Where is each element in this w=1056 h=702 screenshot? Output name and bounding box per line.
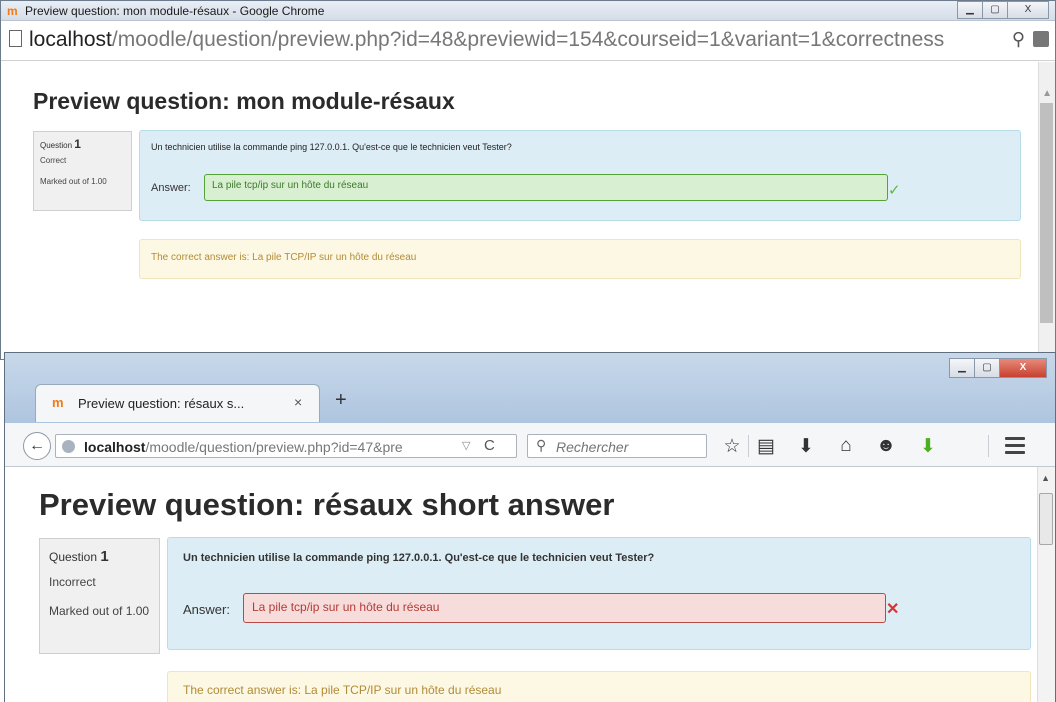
search-input[interactable]	[556, 438, 701, 456]
address-bar[interactable]: localhost/moodle/question/preview.php?id…	[1, 21, 1055, 61]
history-dropdown-icon[interactable]: ▽	[462, 439, 470, 452]
navigation-toolbar: ← localhost/moodle/question/preview.php?…	[5, 423, 1055, 467]
question-number: Question 1	[40, 137, 81, 151]
maximize-button[interactable]: ▢	[982, 1, 1008, 19]
question-formulation: Un technicien utilise la commande ping 1…	[167, 537, 1031, 650]
correct-answer-feedback: The correct answer is: La pile TCP/IP su…	[139, 239, 1021, 279]
menu-icon[interactable]	[1005, 437, 1025, 458]
page-title: Preview question: mon module-résaux	[33, 88, 455, 114]
question-formulation: Un technicien utilise la commande ping 1…	[139, 130, 1021, 221]
url-text[interactable]: localhost/moodle/question/preview.php?id…	[84, 439, 454, 455]
chrome-window: m Preview question: mon module-résaux - …	[0, 0, 1056, 360]
window-controls: ▁ ▢ X	[957, 1, 1049, 19]
question-state: Incorrect	[49, 575, 96, 589]
window-controls: ▁ ▢ X	[949, 358, 1047, 378]
url-path: /moodle/question/preview.php?id=47&pre	[145, 439, 403, 455]
extension-icon[interactable]	[1033, 31, 1049, 47]
url-text[interactable]: localhost/moodle/question/preview.php?id…	[29, 28, 984, 52]
download-icon[interactable]: ⬇	[795, 435, 817, 458]
question-grade: Marked out of 1.00	[49, 604, 150, 618]
incorrect-cross-icon: ✕	[886, 601, 900, 618]
moodle-icon: m	[52, 395, 64, 410]
reload-icon[interactable]: C	[484, 437, 495, 454]
reading-list-icon[interactable]: ▤	[755, 435, 777, 458]
question-text: Un technicien utilise la commande ping 1…	[151, 142, 512, 152]
toolbar-separator	[748, 435, 749, 457]
tab-title: Preview question: résaux s...	[78, 396, 245, 411]
minimize-button[interactable]: ▁	[949, 358, 975, 378]
question-state: Correct	[40, 156, 67, 165]
correct-check-icon: ✓	[888, 182, 901, 199]
zoom-icon[interactable]: ⚲	[1012, 29, 1025, 50]
answer-field[interactable]: La pile tcp/ip sur un hôte du réseau	[243, 593, 886, 623]
home-icon[interactable]: ⌂	[835, 435, 857, 457]
window-title: Preview question: mon module-résaux - Go…	[25, 4, 325, 18]
question-grade: Marked out of 1.00	[40, 177, 107, 186]
toolbar-separator	[988, 435, 989, 457]
scrollbar-thumb[interactable]	[1040, 103, 1053, 323]
scrollbar-thumb[interactable]	[1039, 493, 1053, 545]
chrome-titlebar: m Preview question: mon module-résaux - …	[1, 1, 1055, 21]
close-button[interactable]: X	[1007, 1, 1049, 19]
site-identity-icon[interactable]	[62, 440, 75, 453]
question-number: Question 1	[49, 548, 109, 565]
back-button[interactable]: ←	[23, 432, 51, 460]
maximize-button[interactable]: ▢	[974, 358, 1000, 378]
star-icon[interactable]: ☆	[721, 435, 743, 458]
firefox-window: ▁ ▢ X m Preview question: résaux s... × …	[4, 352, 1056, 702]
url-host: localhost	[84, 439, 146, 455]
close-button[interactable]: X	[999, 358, 1047, 378]
chat-icon[interactable]: ☻	[875, 435, 897, 457]
question-text: Un technicien utilise la commande ping 1…	[183, 552, 655, 564]
new-tab-button[interactable]: +	[335, 389, 347, 412]
search-box[interactable]: ⚲	[527, 434, 707, 458]
firefox-titlebar: ▁ ▢ X m Preview question: résaux s... × …	[5, 353, 1055, 423]
scroll-up-icon[interactable]: ▲	[1042, 88, 1052, 99]
minimize-button[interactable]: ▁	[957, 1, 983, 19]
page-title: Preview question: résaux short answer	[39, 487, 615, 522]
tab-close-icon[interactable]: ×	[294, 394, 302, 410]
url-path: /moodle/question/preview.php?id=48&previ…	[111, 28, 945, 51]
page-icon	[9, 30, 22, 47]
scroll-up-icon[interactable]: ▲	[1041, 473, 1050, 483]
address-bar[interactable]: localhost/moodle/question/preview.php?id…	[55, 434, 517, 458]
addon-download-icon[interactable]: ⬇	[917, 435, 939, 458]
question-info: Question 1 Incorrect Marked out of 1.00	[39, 538, 160, 654]
url-host: localhost	[29, 28, 112, 51]
question-info: Question 1 Correct Marked out of 1.00	[33, 131, 132, 211]
correct-answer-feedback: The correct answer is: La pile TCP/IP su…	[167, 671, 1031, 702]
browser-tab[interactable]: m Preview question: résaux s... ×	[35, 384, 320, 422]
moodle-icon: m	[7, 4, 18, 18]
answer-label: Answer:	[183, 602, 230, 617]
answer-field[interactable]: La pile tcp/ip sur un hôte du réseau	[204, 174, 888, 201]
screenshot: m Preview question: mon module-résaux - …	[0, 0, 1056, 702]
answer-label: Answer:	[151, 182, 191, 194]
search-icon: ⚲	[536, 437, 547, 453]
